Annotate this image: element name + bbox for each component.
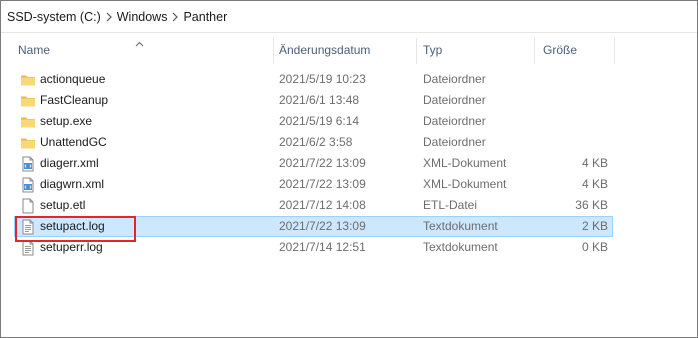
file-type: ETL-Datei <box>423 198 478 212</box>
file-modified-date: 2021/7/22 13:09 <box>279 156 366 170</box>
file-type: Dateiordner <box>423 135 486 149</box>
folder-icon <box>20 72 36 88</box>
file-row[interactable]: setup.etl 2021/7/12 14:08 ETL-Datei 36 KB <box>14 195 613 216</box>
column-header-type[interactable]: Typ <box>423 34 533 66</box>
file-type: Dateiordner <box>423 72 486 86</box>
file-name: setuperr.log <box>40 240 103 254</box>
file-modified-date: 2021/7/12 14:08 <box>279 198 366 212</box>
file-modified-date: 2021/5/19 6:14 <box>279 114 360 128</box>
folder-icon <box>20 93 36 109</box>
file-row[interactable]: FastCleanup 2021/6/1 13:48 Dateiordner <box>14 90 613 111</box>
breadcrumb-item-panther[interactable]: Panther <box>183 10 227 24</box>
file-row[interactable]: actionqueue 2021/5/19 10:23 Dateiordner <box>14 69 613 90</box>
column-header-date[interactable]: Änderungsdatum <box>279 34 415 66</box>
file-modified-date: 2021/6/1 13:48 <box>279 93 360 107</box>
file-size: 4 KB <box>581 177 608 191</box>
file-type: Dateiordner <box>423 114 486 128</box>
file-type: XML-Dokument <box>423 177 507 191</box>
file-name: diagwrn.xml <box>40 177 105 191</box>
folder-icon <box>20 135 36 151</box>
file-modified-date: 2021/7/22 13:09 <box>279 177 366 191</box>
explorer-window: SSD-system (C:) Windows Panther Name Änd… <box>0 0 698 338</box>
file-type: Dateiordner <box>423 93 486 107</box>
text-file-icon <box>20 219 36 235</box>
xml-file-icon <box>20 177 36 193</box>
file-row[interactable]: setupact.log 2021/7/22 13:09 Textdokument 2… <box>14 216 613 237</box>
column-header-size[interactable]: Größe <box>543 34 613 66</box>
file-modified-date: 2021/5/19 10:23 <box>279 72 366 86</box>
folder-icon <box>20 114 36 130</box>
file-name: FastCleanup <box>40 93 109 107</box>
breadcrumb: SSD-system (C:) Windows Panther <box>1 1 697 33</box>
blank-file-icon <box>20 198 36 214</box>
file-type: Textdokument <box>423 240 498 254</box>
file-name: diagerr.xml <box>40 156 99 170</box>
file-name: setupact.log <box>40 219 105 233</box>
file-modified-date: 2021/6/2 3:58 <box>279 135 353 149</box>
file-row[interactable]: setup.exe 2021/5/19 6:14 Dateiordner <box>14 111 613 132</box>
file-size: 2 KB <box>581 219 608 233</box>
breadcrumb-item-drive[interactable]: SSD-system (C:) <box>7 10 101 24</box>
text-file-icon <box>20 240 36 256</box>
file-name: actionqueue <box>40 72 106 86</box>
file-name: setup.etl <box>40 198 86 212</box>
file-size: 0 KB <box>581 240 608 254</box>
column-divider[interactable] <box>534 38 535 64</box>
breadcrumb-item-windows[interactable]: Windows <box>117 10 168 24</box>
xml-file-icon <box>20 156 36 172</box>
column-header-row: Name Änderungsdatum Typ Größe <box>1 34 697 66</box>
column-divider[interactable] <box>273 38 274 64</box>
file-size: 36 KB <box>575 198 608 212</box>
file-row[interactable]: diagerr.xml 2021/7/22 13:09 XML-Dokument 4 … <box>14 153 613 174</box>
chevron-right-icon[interactable] <box>101 12 117 22</box>
file-name: UnattendGC <box>40 135 107 149</box>
file-type: Textdokument <box>423 219 498 233</box>
column-divider[interactable] <box>416 38 417 64</box>
column-divider[interactable] <box>614 38 615 64</box>
chevron-right-icon[interactable] <box>167 12 183 22</box>
column-header-name[interactable]: Name <box>18 34 272 66</box>
file-name: setup.exe <box>40 114 93 128</box>
file-row[interactable]: UnattendGC 2021/6/2 3:58 Dateiordner <box>14 132 613 153</box>
file-type: XML-Dokument <box>423 156 507 170</box>
file-size: 4 KB <box>581 156 608 170</box>
file-row[interactable]: setuperr.log 2021/7/14 12:51 Textdokument 0… <box>14 237 613 258</box>
file-modified-date: 2021/7/22 13:09 <box>279 219 366 233</box>
file-row[interactable]: diagwrn.xml 2021/7/22 13:09 XML-Dokument 4 … <box>14 174 613 195</box>
file-modified-date: 2021/7/14 12:51 <box>279 240 366 254</box>
